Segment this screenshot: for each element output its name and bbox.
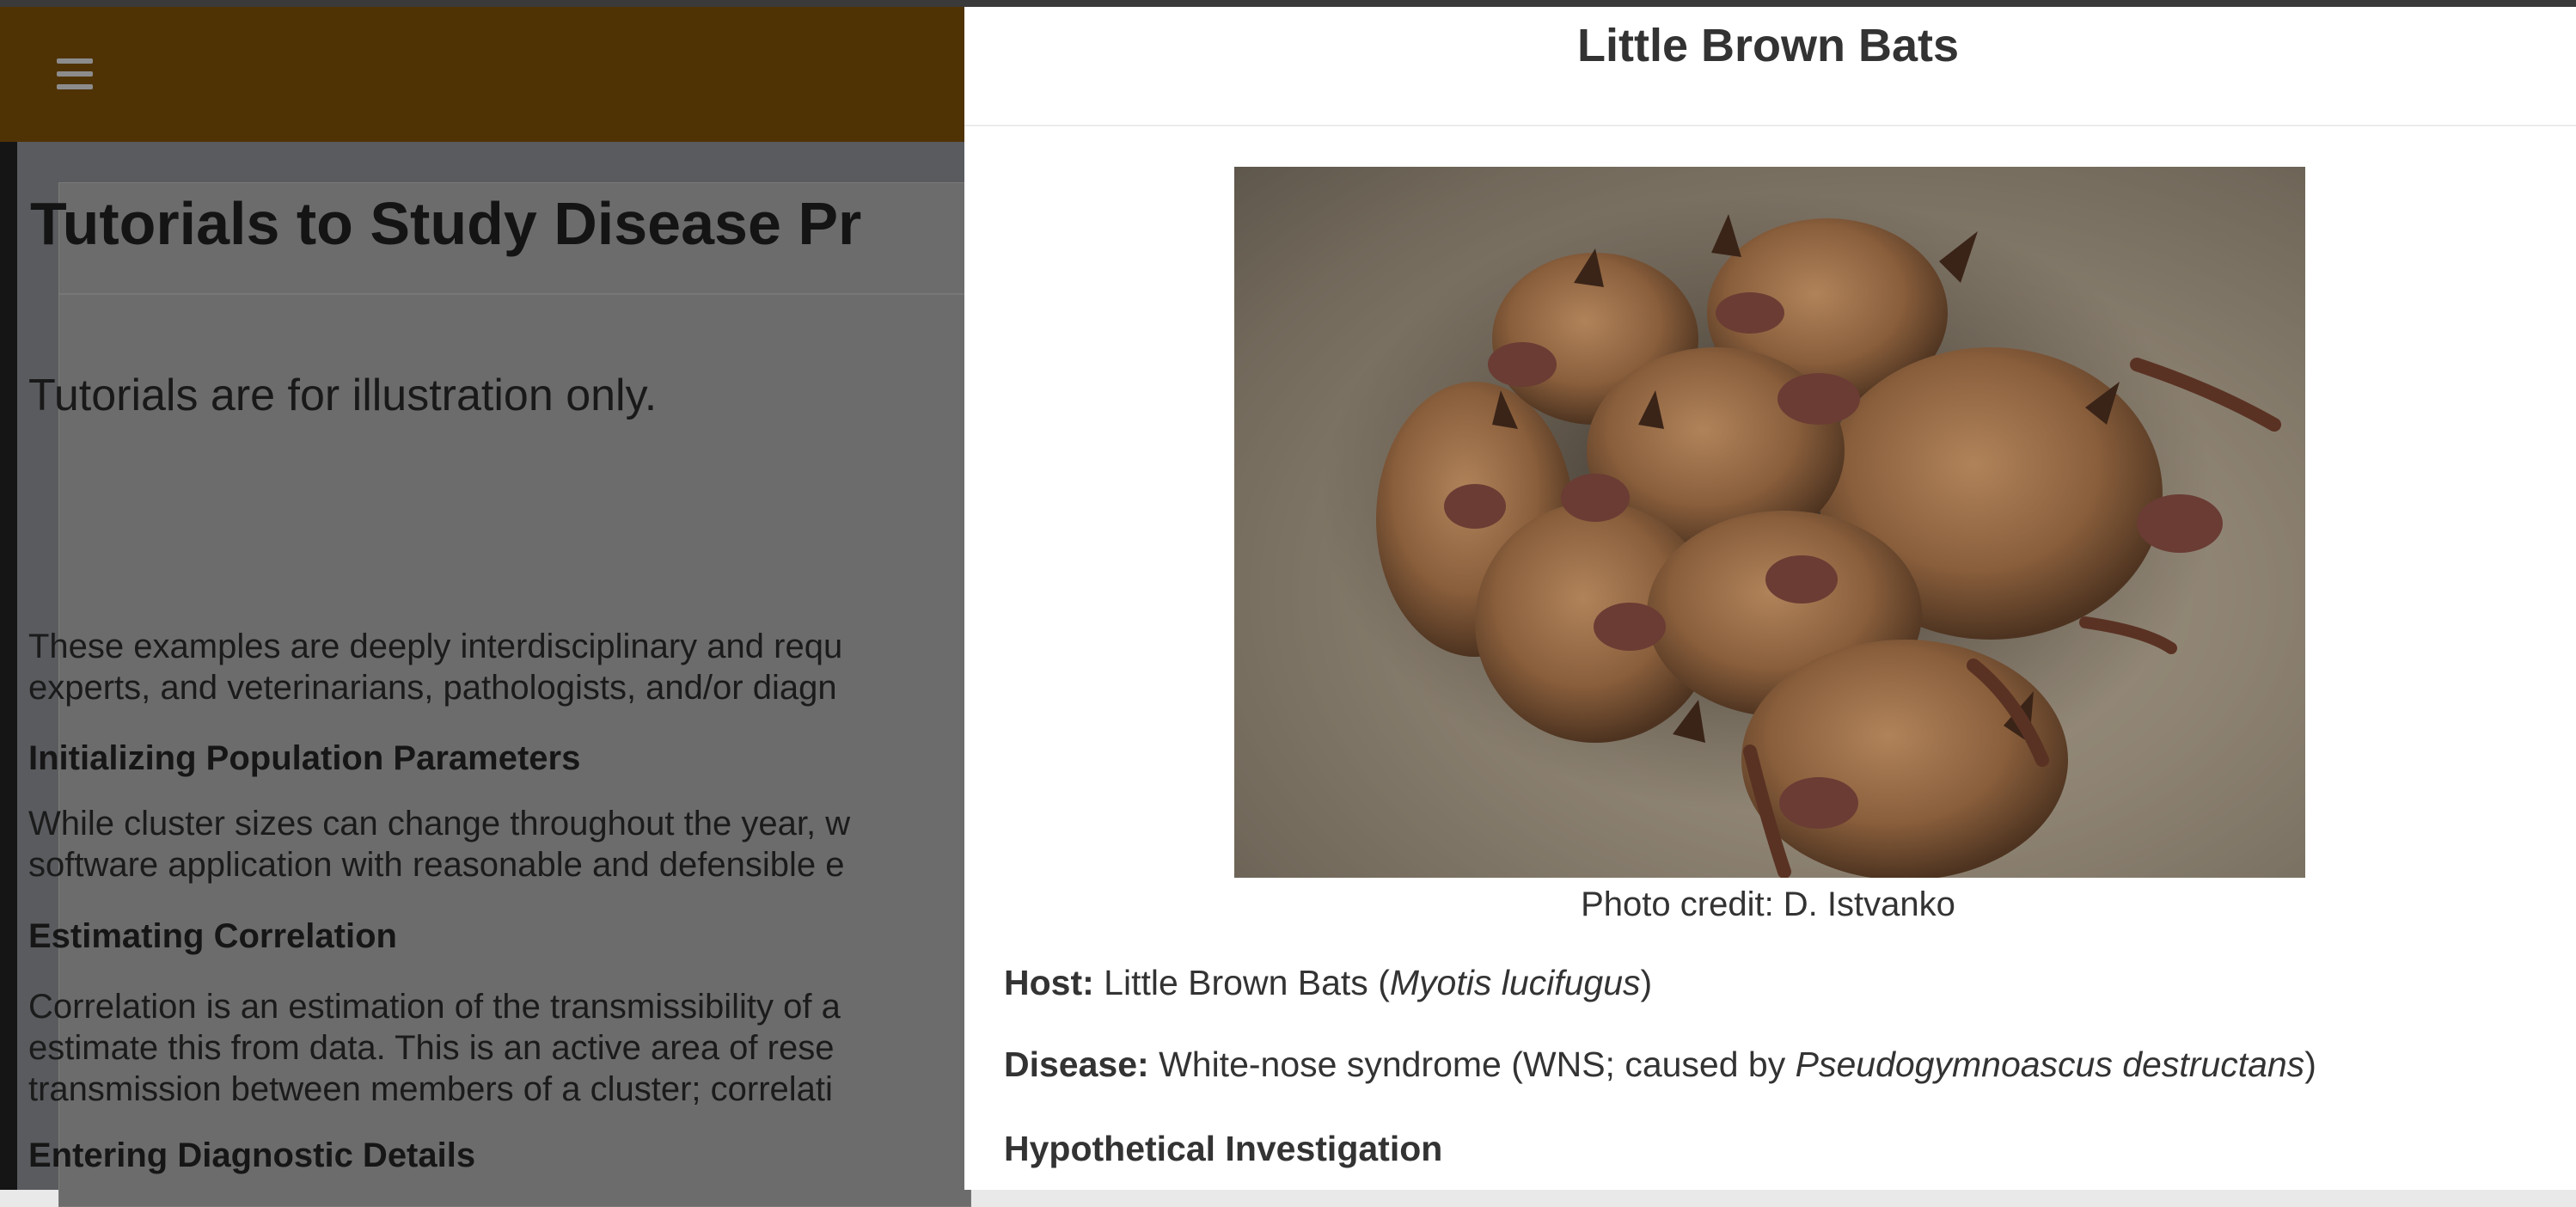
disease-label: Disease: [1004, 1045, 1149, 1084]
host-line: Host: Little Brown Bats (Myotis lucifugu… [1004, 963, 1652, 1003]
disease-value: White-nose syndrome (WNS; caused by [1159, 1045, 1796, 1084]
hamburger-line [57, 71, 93, 77]
intro-line: These examples are deeply interdisciplin… [28, 628, 843, 665]
host-value: Little Brown Bats ( [1104, 963, 1390, 1002]
population-line: software application with reasonable and… [28, 846, 845, 884]
intro-paragraph: These examples are deeply interdisciplin… [28, 626, 842, 708]
top-navbar [0, 7, 964, 142]
population-line: While cluster sizes can change throughou… [28, 805, 851, 842]
modal-title: Little Brown Bats [1576, 20, 1960, 71]
correlation-line: transmission between members of a cluste… [28, 1070, 833, 1108]
section-heading-diagnostic: Entering Diagnostic Details [28, 1137, 476, 1174]
disease-line: Disease: White-nose syndrome (WNS; cause… [1004, 1045, 2316, 1085]
hypothetical-investigation-heading: Hypothetical Investigation [1004, 1129, 1443, 1168]
host-close-paren: ) [1640, 963, 1653, 1002]
hamburger-menu-icon[interactable] [57, 58, 93, 89]
hamburger-line [57, 84, 93, 89]
bat-cluster-photo [1234, 167, 2305, 878]
section-heading-population: Initializing Population Parameters [28, 739, 581, 777]
section-heading-correlation: Estimating Correlation [28, 917, 397, 955]
host-info-modal: Little Brown Bats Photo credit: D. Istva… [964, 7, 2576, 1190]
correlation-line: Correlation is an estimation of the tran… [28, 988, 841, 1026]
lead-text: Tutorials are for illustration only. [28, 371, 658, 420]
correlation-line: estimate this from data. This is an acti… [28, 1029, 835, 1067]
page-title: Tutorials to Study Disease Pr [30, 190, 862, 257]
disease-scientific-name: Pseudogymnoascus destructans [1795, 1045, 2305, 1084]
population-paragraph: While cluster sizes can change throughou… [28, 803, 850, 885]
photo-credit: Photo credit: D. Istvanko [1581, 885, 1955, 923]
correlation-paragraph: Correlation is an estimation of the tran… [28, 986, 841, 1110]
modal-header: Little Brown Bats [964, 7, 2576, 126]
bat-cluster-illustration [1234, 167, 2305, 878]
left-edge-strip [0, 142, 17, 1190]
hamburger-line [57, 58, 93, 64]
host-scientific-name: Myotis lucifugus [1389, 963, 1641, 1002]
host-label: Host: [1004, 963, 1094, 1002]
intro-line: experts, and veterinarians, pathologists… [28, 669, 837, 707]
disease-close-paren: ) [2304, 1045, 2316, 1084]
window-top-border [0, 0, 2576, 7]
